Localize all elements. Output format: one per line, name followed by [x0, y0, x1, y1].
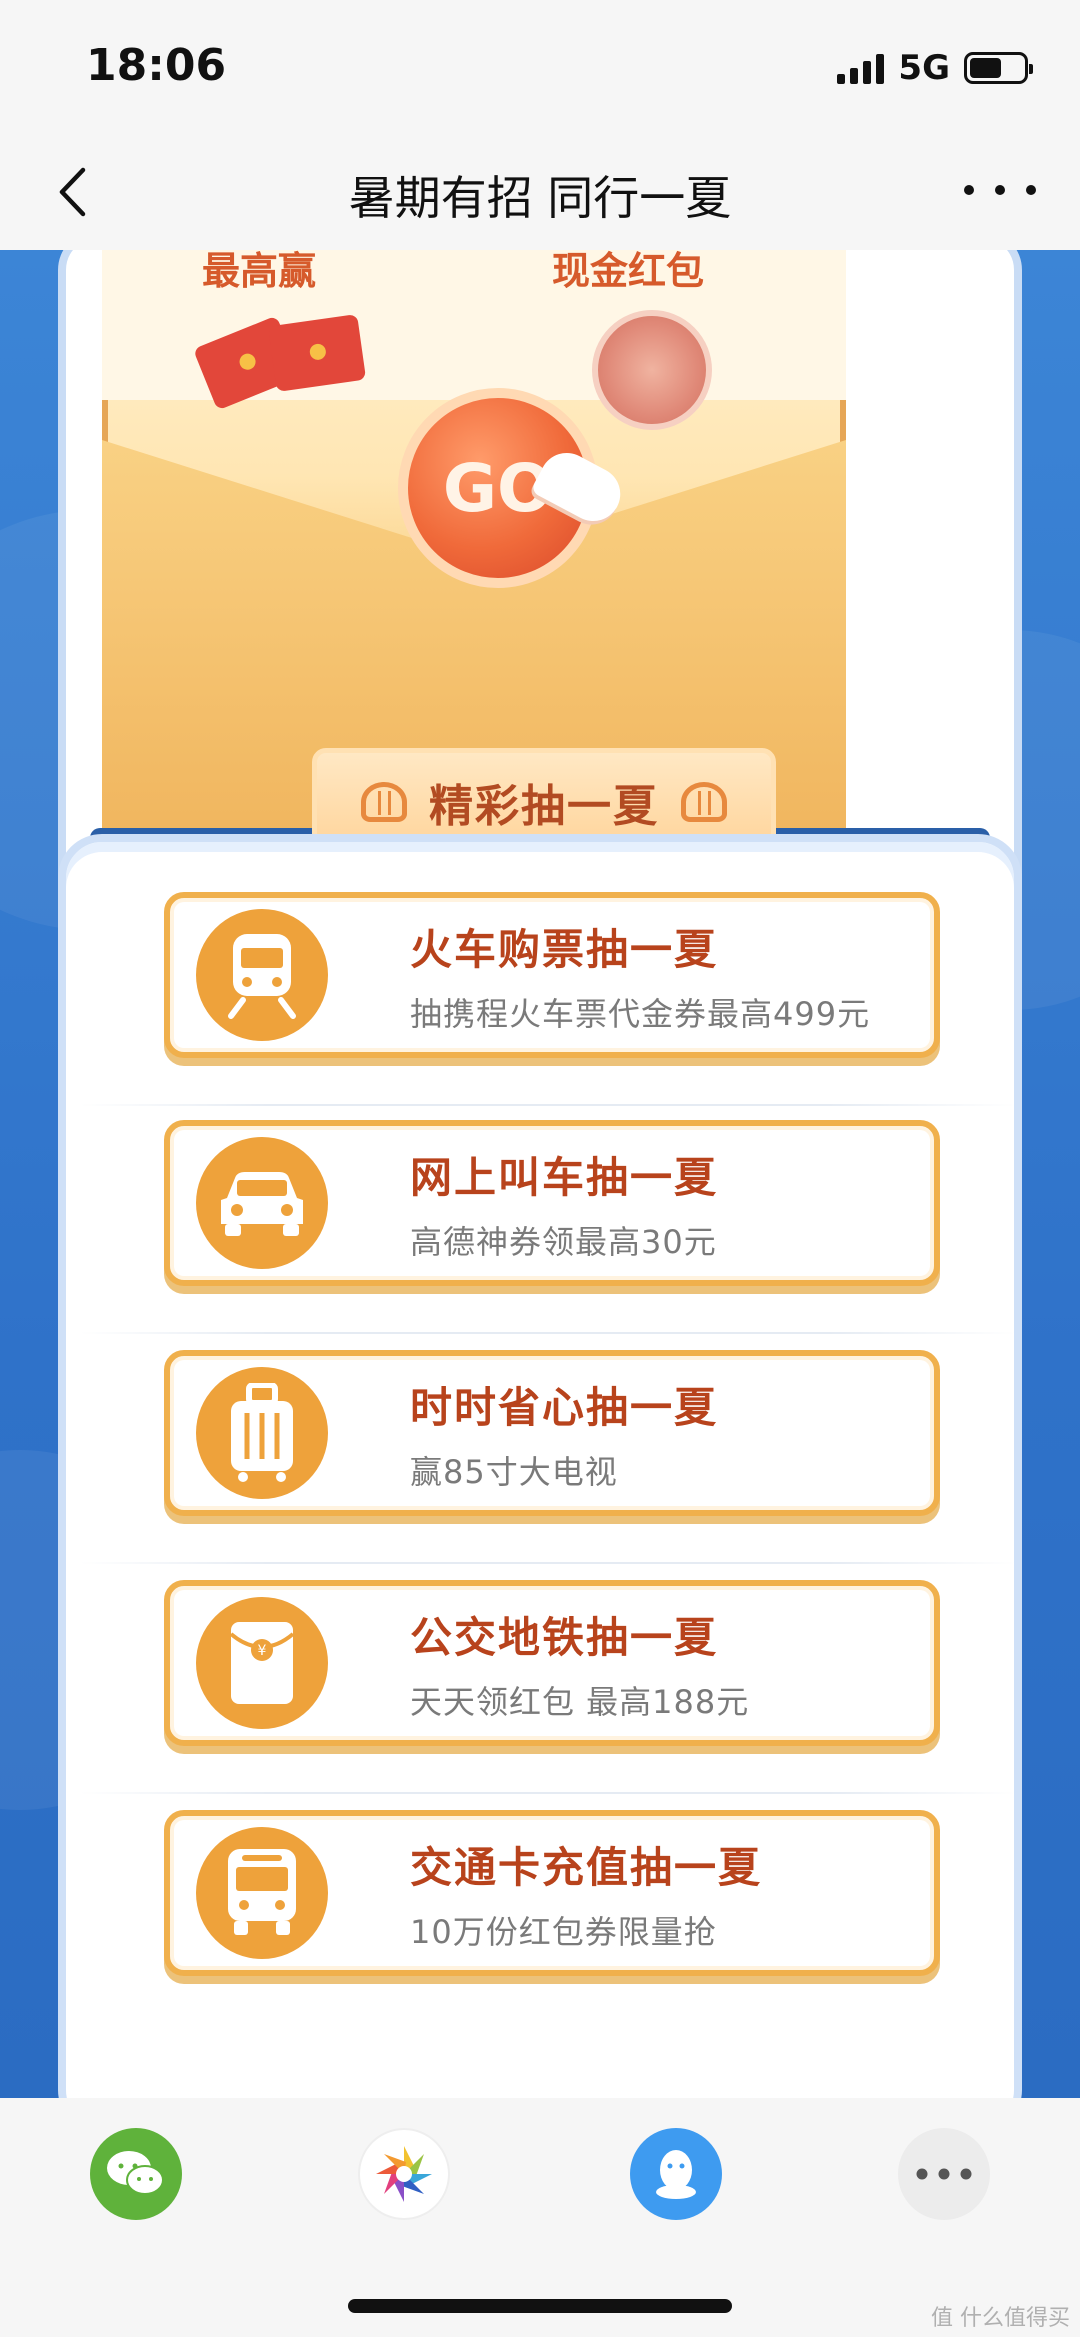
train-icon	[196, 909, 328, 1041]
more-icon	[916, 2168, 972, 2180]
activity-board: 火车购票抽一夏 抽携程火车票代金券最高499元 网上叫车抽一夏 高德神券领最高3…	[58, 834, 1022, 2098]
item-subtitle: 高德神券领最高30元	[410, 1222, 717, 1261]
svg-text:¥: ¥	[258, 1643, 267, 1659]
wechat-share-button[interactable]	[90, 2128, 182, 2220]
status-bar: 18:06 5G	[0, 0, 1080, 134]
list-item[interactable]: 火车购票抽一夏 抽携程火车票代金券最高499元	[164, 892, 940, 1058]
list-item[interactable]: 网上叫车抽一夏 高德神券领最高30元	[164, 1120, 940, 1286]
fan-icon	[592, 310, 712, 430]
suitcase-icon	[196, 1367, 328, 1499]
qq-icon	[656, 2150, 696, 2199]
list-item[interactable]: 交通卡充值抽一夏 10万份红包券限量抢	[164, 1810, 940, 1976]
red-envelope-icon	[267, 314, 367, 392]
watermark: 值 什么值得买	[931, 2306, 1070, 2331]
list-item[interactable]: 时时省心抽一夏 赢85寸大电视	[164, 1350, 940, 1516]
red-envelope-icon: ¥	[196, 1597, 328, 1729]
more-share-button[interactable]	[898, 2128, 990, 2220]
item-title: 时时省心抽一夏	[410, 1382, 719, 1432]
item-title: 交通卡充值抽一夏	[410, 1842, 763, 1892]
list-item[interactable]: ¥ 公交地铁抽一夏 天天领红包 最高188元	[164, 1580, 940, 1746]
status-indicators: 5G	[837, 48, 1033, 88]
item-subtitle: 10万份红包券限量抢	[410, 1912, 717, 1951]
nav-bar: 暑期有招 同行一夏	[0, 134, 1080, 250]
status-time: 18:06	[86, 40, 227, 91]
qq-share-button[interactable]	[630, 2128, 722, 2220]
item-title: 网上叫车抽一夏	[410, 1152, 719, 1202]
section-tab-label: 精彩抽一夏	[429, 781, 659, 832]
car-icon	[196, 1137, 328, 1269]
banner-caption: 最高赢 现金红包	[202, 250, 704, 295]
banner-caption-right: 现金红包	[552, 250, 705, 293]
banner-caption-left: 最高赢	[202, 250, 317, 293]
item-subtitle: 天天领红包 最高188元	[410, 1682, 750, 1721]
network-type: 5G	[898, 48, 950, 88]
content-area[interactable]: 最高赢 现金红包 GO 精彩抽一夏 火车购票抽一夏 抽携程火车票代金券最高499元	[0, 250, 1080, 2098]
item-title: 公交地铁抽一夏	[410, 1612, 719, 1662]
signal-icon	[837, 52, 885, 84]
moments-icon	[376, 2146, 432, 2202]
battery-icon	[964, 52, 1033, 84]
bus-icon	[196, 1827, 328, 1959]
item-subtitle: 赢85寸大电视	[410, 1452, 618, 1491]
moments-share-button[interactable]	[358, 2128, 450, 2220]
shell-icon	[361, 782, 407, 822]
page-title: 暑期有招 同行一夏	[348, 171, 732, 225]
item-subtitle: 抽携程火车票代金券最高499元	[410, 994, 871, 1033]
more-menu-button[interactable]	[964, 160, 1036, 220]
home-indicator[interactable]	[348, 2299, 732, 2313]
item-title: 火车购票抽一夏	[410, 924, 719, 974]
shell-icon	[681, 782, 727, 822]
wechat-icon	[107, 2151, 164, 2195]
